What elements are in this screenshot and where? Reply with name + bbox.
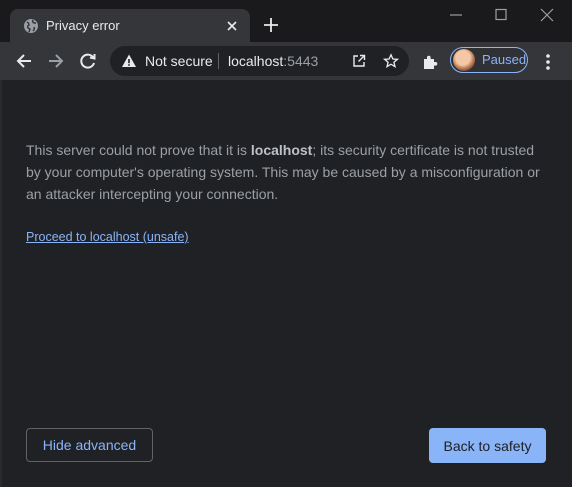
title-bar: Privacy error: [0, 0, 572, 42]
interstitial-page: This server could not prove that it is l…: [0, 80, 572, 487]
tab-title: Privacy error: [46, 18, 120, 33]
details-prefix: This server could not prove that it is: [26, 142, 251, 158]
forward-arrow-icon[interactable]: [46, 51, 66, 71]
kebab-menu-icon[interactable]: [541, 53, 555, 71]
separator: [218, 53, 219, 69]
hide-advanced-button[interactable]: Hide advanced: [26, 428, 153, 462]
window-edge: [0, 80, 2, 487]
address-bar[interactable]: Not secure localhost:5443: [110, 46, 409, 76]
minimize-icon[interactable]: [446, 6, 466, 24]
back-to-safety-button[interactable]: Back to safety: [429, 428, 546, 463]
close-icon[interactable]: [224, 18, 240, 34]
open-in-new-icon[interactable]: [351, 53, 367, 69]
profile-button[interactable]: Paused: [450, 47, 528, 73]
extensions-puzzle-icon[interactable]: [421, 53, 439, 71]
avatar: [453, 49, 475, 71]
advanced-details-text: This server could not prove that it is l…: [26, 139, 548, 205]
globe-icon: [24, 19, 38, 33]
profile-status-label: Paused: [482, 52, 527, 67]
browser-window: Privacy error Not secure localhost:5443 …: [0, 0, 572, 487]
proceed-unsafe-link[interactable]: Proceed to localhost (unsafe): [26, 229, 189, 245]
back-arrow-icon[interactable]: [14, 51, 34, 71]
warning-icon[interactable]: [121, 53, 137, 69]
url-port: :5443: [283, 53, 319, 69]
not-secure-label[interactable]: Not secure: [145, 53, 213, 69]
details-host: localhost: [250, 142, 313, 158]
toolbar: Not secure localhost:5443 Paused: [0, 42, 572, 80]
star-icon[interactable]: [383, 53, 399, 69]
reload-icon[interactable]: [78, 51, 98, 71]
maximize-icon[interactable]: [491, 6, 511, 24]
tab-privacy-error[interactable]: Privacy error: [10, 9, 250, 42]
new-tab-icon[interactable]: [262, 16, 280, 34]
url-text[interactable]: localhost:5443: [228, 53, 318, 69]
window-close-icon[interactable]: [537, 6, 557, 24]
url-host: localhost: [228, 53, 284, 69]
